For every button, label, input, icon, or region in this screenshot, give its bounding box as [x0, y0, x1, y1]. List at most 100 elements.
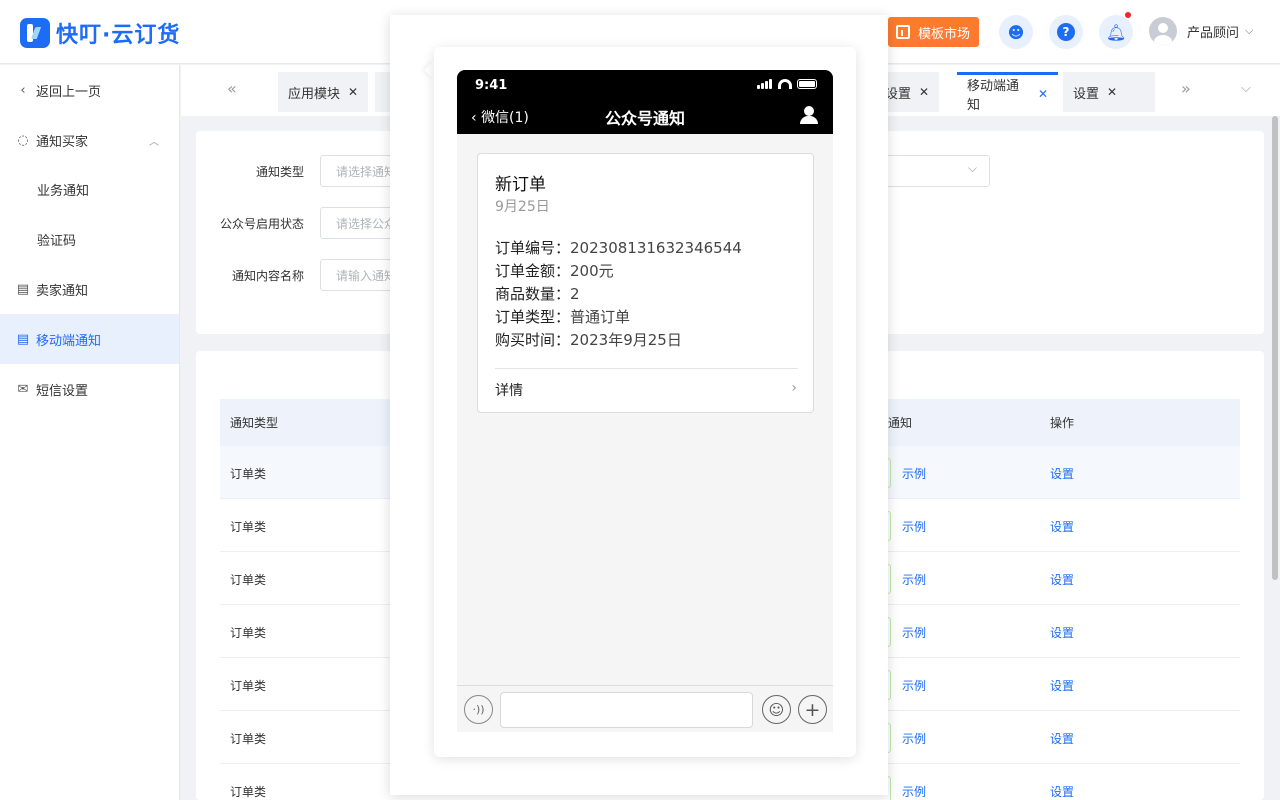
notice-icon: ▤	[16, 331, 30, 347]
filter-name-input[interactable]: 请输入通知	[320, 259, 400, 291]
example-link[interactable]: 示例	[902, 730, 926, 747]
template-market-label: 模板市场	[918, 26, 971, 42]
headset-icon: ☻	[1007, 22, 1025, 42]
close-icon[interactable]: ✕	[1107, 85, 1117, 99]
sidebar-item-seller-notice[interactable]: ▤ 卖家通知	[0, 264, 179, 314]
page-scrollbar-thumb[interactable]	[1272, 116, 1278, 580]
customer-service-button[interactable]: ☻	[999, 15, 1033, 49]
logo-icon	[20, 18, 50, 48]
status-time: 9:41	[475, 78, 508, 93]
chat-input	[500, 692, 753, 728]
tab-label: 设置	[1073, 86, 1100, 102]
emoji-icon: ☺	[762, 695, 791, 724]
cell-type: 订单类	[230, 573, 267, 587]
filter-status-label: 公众号启用状态	[219, 217, 304, 231]
col-header-type: 通知类型	[230, 416, 279, 430]
settings-link[interactable]: 设置	[1050, 571, 1074, 588]
logo-text: 快叮·云订货	[56, 23, 181, 48]
tab-app-modules[interactable]: 应用模块 ✕	[278, 72, 369, 112]
field-key: 订单编号：	[495, 239, 571, 257]
example-link[interactable]: 示例	[902, 571, 926, 588]
example-link[interactable]: 示例	[902, 677, 926, 694]
filter-extra-select[interactable]	[880, 155, 990, 187]
settings-link[interactable]: 设置	[1050, 465, 1074, 482]
cell-type: 订单类	[230, 467, 267, 481]
chevron-down-icon[interactable]: ⌵	[1241, 81, 1251, 96]
field-key: 商品数量：	[495, 285, 571, 303]
help-icon: ?	[1057, 23, 1075, 41]
signal-icon	[757, 79, 773, 89]
tabs-scroll-left-icon[interactable]: «	[227, 79, 237, 98]
sidebar-item-label: 业务通知	[37, 183, 90, 199]
cell-type: 订单类	[230, 732, 267, 746]
sidebar-item-label: 验证码	[37, 233, 77, 249]
sidebar-item-sms-settings[interactable]: ✉ 短信设置	[0, 364, 179, 414]
tabs-scroll-right-icon[interactable]: »	[1181, 79, 1191, 98]
message-field: 商品数量：2	[495, 283, 580, 304]
field-key: 购买时间：	[495, 331, 571, 349]
field-value: 2	[570, 285, 580, 303]
sidebar-item-business-notice[interactable]: 业务通知	[0, 164, 179, 214]
plus-icon: +	[798, 695, 827, 724]
template-market-button[interactable]: 模板市场	[888, 17, 979, 47]
filter-type-select[interactable]: 请选择通知	[320, 155, 400, 187]
unread-dot	[1125, 12, 1131, 18]
settings-link[interactable]: 设置	[1050, 730, 1074, 747]
example-link[interactable]: 示例	[902, 624, 926, 641]
example-link[interactable]: 示例	[902, 783, 926, 800]
mail-icon: ✉	[17, 381, 29, 397]
settings-link[interactable]: 设置	[1050, 783, 1074, 800]
chat-input-bar: ·)) ☺ +	[457, 685, 833, 732]
phone-preview: 9:41 ‹ 微信(1) 公众号通知 新订单 9月25日 订单编号：202308…	[457, 70, 833, 732]
field-key: 订单金额：	[495, 262, 571, 280]
sidebar-item-label: 通知买家	[36, 134, 89, 150]
cell-type: 订单类	[230, 785, 267, 799]
chat-icon: ◌	[17, 132, 29, 148]
back-button[interactable]: ‹ 返回上一页	[0, 65, 179, 115]
notice-icon: ▤	[16, 281, 30, 297]
wifi-icon	[778, 79, 792, 89]
message-detail-link: 详情	[495, 383, 523, 399]
sidebar-item-notify-buyer[interactable]: ◌ 通知买家 ︿	[0, 115, 179, 165]
close-icon[interactable]: ✕	[1038, 87, 1048, 101]
filter-type-label: 通知类型	[255, 165, 304, 179]
sidebar-item-mobile-notice[interactable]: ▤ 移动端通知	[0, 314, 179, 364]
tab-label: 移动端通知	[967, 78, 1020, 113]
app-logo[interactable]: 快叮·云订货	[20, 17, 180, 49]
sidebar-item-label: 移动端通知	[36, 333, 102, 349]
message-field: 订单编号：202308131632346544	[495, 237, 742, 258]
field-value: 普通订单	[570, 308, 631, 326]
message-field: 订单类型：普通订单	[495, 306, 630, 327]
close-icon[interactable]: ✕	[919, 85, 929, 99]
settings-link[interactable]: 设置	[1050, 677, 1074, 694]
settings-link[interactable]: 设置	[1050, 518, 1074, 535]
col-header-action: 操作	[1050, 416, 1075, 430]
message-date: 9月25日	[495, 199, 550, 215]
tab-label: 设置	[885, 86, 912, 102]
field-value: 202308131632346544	[570, 239, 742, 257]
battery-icon	[797, 79, 817, 89]
message-field: 购买时间：2023年9月25日	[495, 329, 682, 350]
back-label: 返回上一页	[36, 84, 102, 100]
message-divider	[495, 368, 798, 369]
help-button[interactable]: ?	[1049, 15, 1083, 49]
sidebar-item-label: 卖家通知	[36, 283, 89, 299]
status-icons	[757, 79, 817, 89]
filter-name-label: 通知内容名称	[231, 269, 304, 283]
cell-type: 订单类	[230, 626, 267, 640]
notification-button[interactable]: 🔔︎	[1099, 12, 1133, 49]
user-menu[interactable]: 产品顾问 ⌵	[1149, 17, 1253, 45]
tab-mobile-notice[interactable]: 移动端通知 ✕	[957, 72, 1058, 113]
field-key: 订单类型：	[495, 308, 571, 326]
example-link[interactable]: 示例	[902, 465, 926, 482]
tab-settings-2[interactable]: 设置 ✕	[1063, 72, 1155, 112]
example-link[interactable]: 示例	[902, 518, 926, 535]
template-icon	[896, 25, 910, 39]
sidebar-item-verify-code[interactable]: 验证码	[0, 214, 179, 264]
filter-status-select[interactable]: 请选择公众	[320, 207, 400, 239]
avatar	[1149, 17, 1177, 45]
close-icon[interactable]: ✕	[348, 85, 358, 99]
col-header-notify: 通知	[888, 416, 913, 430]
cell-type: 订单类	[230, 520, 267, 534]
settings-link[interactable]: 设置	[1050, 624, 1074, 641]
